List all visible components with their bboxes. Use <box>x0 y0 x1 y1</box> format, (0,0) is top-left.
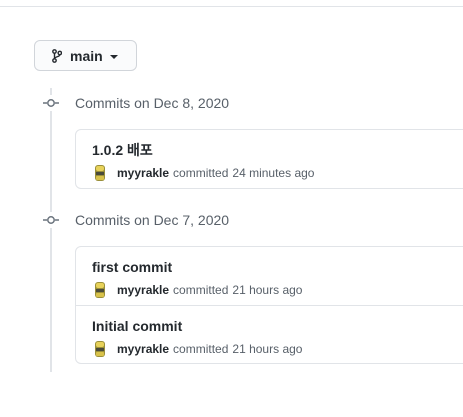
git-branch-icon <box>52 48 62 63</box>
commit-group-title: Commits on Dec 7, 2020 <box>75 212 230 228</box>
avatar[interactable] <box>92 339 108 359</box>
commit-action: committed <box>173 283 229 297</box>
commit-time: 24 minutes ago <box>232 166 315 180</box>
commit-meta: myyrakle committed 21 hours ago <box>92 280 463 300</box>
avatar[interactable] <box>92 163 108 183</box>
header-divider <box>0 6 463 7</box>
commit-time: 21 hours ago <box>232 342 303 356</box>
caret-down-icon <box>109 54 118 59</box>
commits-page: main Commits on Dec 8, 2020 1.0.2 배포 myy <box>0 0 463 417</box>
commit-list: 1.0.2 배포 myyrakle committed 24 minutes a… <box>75 129 463 189</box>
commit-row: 1.0.2 배포 myyrakle committed 24 minutes a… <box>76 130 463 188</box>
commit-group-header: Commits on Dec 8, 2020 <box>43 93 229 113</box>
commit-author-link[interactable]: myyrakle <box>117 166 169 180</box>
commit-meta: myyrakle committed 24 minutes ago <box>92 163 463 183</box>
commit-row: Initial commit myyrakle committed 21 hou… <box>76 305 463 363</box>
commit-author-link[interactable]: myyrakle <box>117 342 169 356</box>
commit-message-link[interactable]: Initial commit <box>92 317 463 335</box>
commit-message-link[interactable]: 1.0.2 배포 <box>92 141 463 159</box>
avatar[interactable] <box>92 280 108 300</box>
commit-time: 21 hours ago <box>232 283 303 297</box>
git-commit-icon <box>43 212 59 228</box>
branch-select-button[interactable]: main <box>34 40 137 71</box>
commit-action: committed <box>173 166 229 180</box>
commit-meta: myyrakle committed 21 hours ago <box>92 339 463 359</box>
commit-group-header: Commits on Dec 7, 2020 <box>43 210 229 230</box>
commit-timeline <box>50 88 52 372</box>
commit-group-title: Commits on Dec 8, 2020 <box>75 95 230 111</box>
commit-author-link[interactable]: myyrakle <box>117 283 169 297</box>
commit-row: first commit myyrakle committed 21 hours… <box>76 247 463 305</box>
commit-list: first commit myyrakle committed 21 hours… <box>75 246 463 364</box>
commit-message-link[interactable]: first commit <box>92 258 463 276</box>
branch-name: main <box>70 47 103 64</box>
commit-action: committed <box>173 342 229 356</box>
git-commit-icon <box>43 95 59 111</box>
